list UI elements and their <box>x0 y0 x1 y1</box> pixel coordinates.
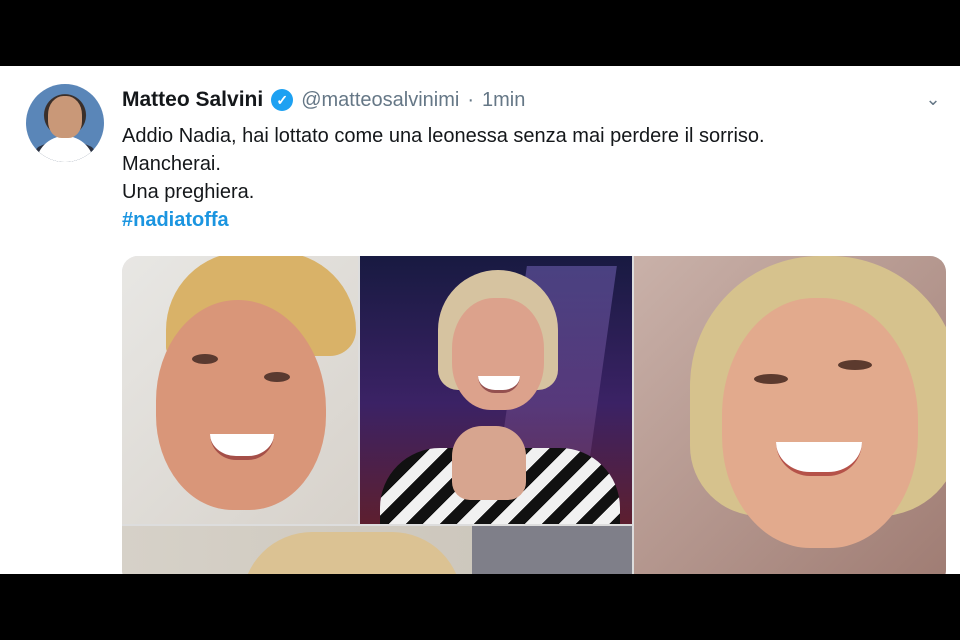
photo-4-hair <box>242 532 462 574</box>
photo-3-eye-right <box>838 360 872 370</box>
tweet-card: Matteo Salvini ✓ @matteosalvinimi · 1min… <box>0 66 960 574</box>
media-photo-3[interactable] <box>634 256 946 574</box>
author-avatar[interactable] <box>26 84 104 162</box>
photo-2-hands <box>452 426 526 500</box>
tweet-header: Matteo Salvini ✓ @matteosalvinimi · 1min <box>122 86 525 114</box>
media-photo-4[interactable] <box>122 526 632 574</box>
hashtag-link[interactable]: #nadiatoffa <box>122 206 922 234</box>
chevron-down-icon[interactable]: ⌄ <box>922 88 944 110</box>
media-photo-1[interactable] <box>122 256 358 524</box>
photo-1-eye-left <box>192 354 218 364</box>
photo-1-face <box>156 300 326 510</box>
tweet-media-grid[interactable] <box>122 256 946 574</box>
author-name[interactable]: Matteo Salvini <box>122 88 263 112</box>
photo-3-face <box>722 298 918 548</box>
photo-1-eye-right <box>264 372 290 382</box>
tweet-line-3: Una preghiera. <box>122 181 255 203</box>
photo-2-face <box>452 298 544 410</box>
avatar-face <box>48 96 82 138</box>
meta-separator: · <box>467 88 474 111</box>
avatar-shirt <box>36 136 94 162</box>
tweet-line-1: Addio Nadia, hai lottato come una leones… <box>122 125 765 147</box>
photo-4-background <box>472 526 632 574</box>
media-photo-2[interactable] <box>360 256 632 524</box>
author-handle[interactable]: @matteosalvinimi <box>301 89 459 112</box>
verified-badge-icon: ✓ <box>271 89 294 111</box>
tweet-text: Addio Nadia, hai lottato come una leones… <box>122 122 922 234</box>
photo-3-eye-left <box>754 374 788 384</box>
tweet-time[interactable]: 1min <box>482 89 525 112</box>
tweet-line-2: Mancherai. <box>122 153 221 175</box>
